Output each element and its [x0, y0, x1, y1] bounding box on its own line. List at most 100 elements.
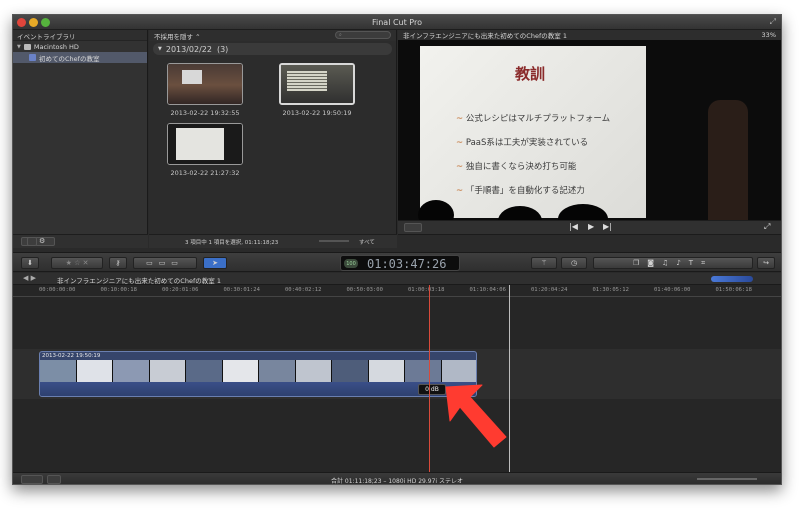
media-browser-icons: ❐◙♫♪T⌗ [632, 258, 714, 267]
viewer-panel: 非インフラエンジニアにも出来た初めてのChefの教室 1 33% 教訓 公式レシ… [398, 30, 781, 235]
search-icon: ⌕ [339, 32, 342, 38]
slide-bullet: 独自に書くなら決め打ち可能 [456, 160, 577, 172]
viewer-title: 非インフラエンジニアにも出来た初めてのChefの教室 1 [403, 32, 567, 40]
annotation-arrow-icon [445, 384, 507, 448]
retime-icon: ◷ [570, 259, 578, 267]
search-field[interactable]: ⌕ [335, 31, 391, 39]
ruler-tick-label: 01:20:04:24 [531, 287, 568, 293]
filmstrip-frame [149, 360, 186, 382]
timecode-badge: 100 [344, 259, 358, 268]
play-icon[interactable]: ▶ [588, 222, 594, 231]
clip-filmstrip [40, 360, 476, 382]
ruler-tick-label: 00:00:00:00 [39, 287, 76, 293]
hard-disk-icon [23, 43, 31, 50]
viewer-options-button[interactable] [404, 223, 422, 232]
previous-edit-icon[interactable]: |◀ [569, 222, 578, 231]
media-browser-buttons[interactable]: ❐◙♫♪T⌗ [593, 257, 753, 269]
library-disk-item[interactable]: ▼ Macintosh HD [13, 41, 147, 52]
ruler-tick-label: 00:40:02:12 [285, 287, 322, 293]
sequence-summary: 合計 01:11:18;23 – 1080i HD 29.97i ステレオ [331, 478, 463, 485]
ruler-tick-label: 00:30:01:24 [223, 287, 260, 293]
thumbnail-screen [176, 128, 224, 160]
enhancements-button[interactable]: ⚚ [531, 257, 557, 269]
ruler-tick-label: 00:10:00:18 [100, 287, 137, 293]
edit-mode-buttons[interactable]: ▭▭▭ [133, 257, 197, 269]
filmstrip-frame [368, 360, 405, 382]
zoom-slider[interactable] [697, 478, 757, 480]
thumbnail-size-slider[interactable] [319, 240, 349, 242]
disclosure-triangle-icon[interactable]: ▼ [158, 46, 162, 52]
viewer-header: 非インフラエンジニアにも出来た初めてのChefの教室 1 33% [398, 30, 781, 40]
thumbnail-image [168, 64, 242, 104]
clip-thumbnail-selected[interactable] [279, 63, 355, 105]
ruler-tick-label: 00:20:01:06 [162, 287, 199, 293]
clip-thumbnail[interactable] [167, 123, 243, 165]
projected-slide: 教訓 公式レシピはマルチプラットフォーム PaaS系は工夫が実装されている 独自… [420, 46, 646, 218]
filmstrip-frame [295, 360, 332, 382]
filmstrip-frame [222, 360, 259, 382]
key-icon: ⚷ [115, 259, 121, 267]
filmstrip-frame [186, 360, 223, 382]
ruler-tick-label: 01:40:06:00 [654, 287, 691, 293]
viewer-bottom-bar: |◀ ▶ ▶| ⤢ [398, 220, 781, 234]
video-canvas[interactable]: 教訓 公式レシピはマルチプラットフォーム PaaS系は工夫が実装されている 独自… [398, 40, 781, 220]
timecode-display: 01:03:47:26 [367, 257, 447, 271]
thumbnail-screen [182, 70, 202, 84]
timeline-back-icon[interactable]: ◀ ▶ [23, 274, 36, 282]
title-bar: Final Cut Pro ⤢ [13, 15, 781, 30]
disclosure-triangle-icon[interactable]: ▼ [17, 44, 21, 50]
import-button[interactable]: ⬇ [21, 257, 39, 269]
date-group-label: 2013/02/22 [165, 44, 212, 54]
ruler-tick-label: 01:10:04:06 [469, 287, 506, 293]
clip-label: 2013-02-22 19:32:55 [170, 109, 240, 117]
thumbnail-terminal [287, 71, 327, 91]
dashboard-timecode[interactable]: 100 01:03:47:26 [340, 255, 460, 271]
event-library-panel: イベントライブラリ ▼ Macintosh HD 初めてのChefの教室 ⚙ [13, 30, 148, 248]
filmstrip-view-button[interactable] [27, 237, 37, 246]
timeline-ruler[interactable]: 00:00:00:00 00:10:00:18 00:20:01:06 00:30:0… [13, 285, 781, 297]
timeline-area[interactable]: 2013-02-22 19:50:19 0 dB [13, 297, 781, 472]
share-button[interactable]: ↪ [757, 257, 775, 269]
gear-icon: ⚙ [39, 237, 46, 245]
selection-status: 3 項目中 1 項目を選択, 01:11:18;23 [185, 240, 279, 246]
status-bar: 合計 01:11:18;23 – 1080i HD 29.97i ステレオ [13, 472, 781, 485]
select-tool-button[interactable]: ➤ [203, 257, 227, 269]
import-icon: ⬇ [27, 259, 33, 267]
filmstrip-frame [405, 360, 442, 382]
event-icon [29, 54, 36, 61]
ruler-tick-label: 01:00:03:18 [408, 287, 445, 293]
disk-label: Macintosh HD [33, 42, 79, 51]
event-browser-panel: 不採用を隠す ⌃ ⌕ ▼ 2013/02/22 (3) 2013-02-22 1… [27, 30, 397, 248]
fullscreen-icon[interactable]: ⤢ [770, 17, 776, 27]
rating-buttons[interactable]: ★ ☆ ✕ [51, 257, 103, 269]
keyword-button[interactable]: ⚷ [109, 257, 127, 269]
timeline-clip[interactable]: 2013-02-22 19:50:19 [39, 351, 477, 397]
timeline-title: 非インフラエンジニアにも出来た初めてのChefの教室 1 [57, 277, 221, 285]
fullscreen-icon[interactable]: ⤢ [764, 222, 770, 232]
audio-meter-icon[interactable] [711, 276, 753, 282]
share-icon: ↪ [763, 259, 769, 267]
ruler-tick-label: 01:30:05:12 [592, 287, 629, 293]
playhead[interactable] [429, 285, 430, 473]
timeline-header: ◀ ▶ 非インフラエンジニアにも出来た初めてのChefの教室 1 [13, 273, 781, 285]
ruler-tick-label: 00:50:03:00 [346, 287, 383, 293]
audio-waveform[interactable] [40, 382, 476, 396]
connect-insert-append-icon: ▭▭▭ [146, 259, 184, 267]
star-icon: ★ ☆ ✕ [65, 259, 89, 267]
filmstrip-frame [113, 360, 150, 382]
clip-thumbnail[interactable] [167, 63, 243, 105]
event-label: 初めてのChefの教室 [39, 54, 100, 63]
filter-all-popup[interactable]: すべて [359, 238, 375, 246]
date-group-header[interactable]: ▼ 2013/02/22 (3) [153, 43, 392, 55]
window-title: Final Cut Pro [371, 18, 422, 27]
clip-label: 2013-02-22 21:27:32 [170, 169, 240, 177]
filter-popup[interactable]: 不採用を隠す ⌃ [154, 31, 201, 41]
library-event-item[interactable]: 初めてのChefの教室 [13, 52, 147, 63]
arrow-cursor-icon: ➤ [212, 259, 218, 267]
retime-button[interactable]: ◷ [561, 257, 587, 269]
viewer-zoom-popup[interactable]: 33% [762, 31, 776, 39]
action-gear-button[interactable]: ⚙ [35, 237, 55, 246]
slide-title: 教訓 [515, 65, 546, 83]
main-toolbar: ⬇ ★ ☆ ✕ ⚷ ▭▭▭ ➤ 100 01:03:47:26 ⚚ ◷ ❐◙♫♪… [13, 252, 781, 272]
next-edit-icon[interactable]: ▶| [603, 222, 612, 231]
